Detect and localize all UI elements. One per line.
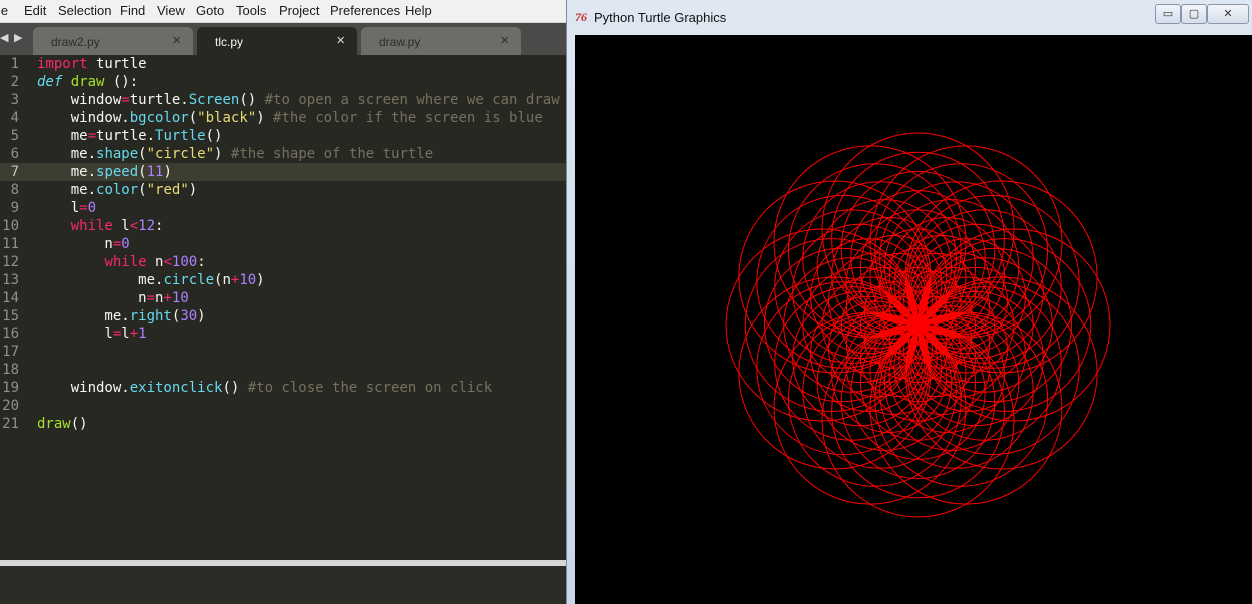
- code-line[interactable]: 12 while n<100:: [0, 253, 566, 271]
- tab-draw-py[interactable]: draw.py ×: [361, 27, 521, 55]
- turtle-drawing: [725, 132, 1111, 518]
- code-line[interactable]: 11 n=0: [0, 235, 566, 253]
- code-text[interactable]: window.bgcolor("black") #the color if th…: [37, 109, 543, 127]
- menu-preferences[interactable]: Preferences: [330, 3, 400, 18]
- code-text[interactable]: me.right(30): [37, 307, 205, 325]
- line-number: 10: [2, 218, 19, 234]
- tab-draw2-py[interactable]: draw2.py ×: [33, 27, 193, 55]
- menu-file[interactable]: le: [0, 3, 8, 18]
- menu-find[interactable]: Find: [120, 3, 145, 18]
- window-title: Python Turtle Graphics: [594, 10, 727, 25]
- line-number: 17: [2, 344, 19, 360]
- bottom-panel: [0, 566, 566, 604]
- menu-help[interactable]: Help: [405, 3, 432, 18]
- turtle-graphics-window: 76 Python Turtle Graphics ▭ ▢ ✕: [566, 0, 1252, 604]
- tab-close-icon[interactable]: ×: [336, 32, 345, 49]
- menu-edit[interactable]: Edit: [24, 3, 46, 18]
- code-text[interactable]: me.shape("circle") #the shape of the tur…: [37, 145, 434, 163]
- code-text[interactable]: n=n+10: [37, 289, 189, 307]
- line-number: 7: [10, 164, 19, 180]
- line-number: 1: [10, 56, 19, 72]
- menu-view[interactable]: View: [157, 3, 185, 18]
- menu-goto[interactable]: Goto: [196, 3, 224, 18]
- code-line[interactable]: 1 import turtle: [0, 55, 566, 73]
- code-text[interactable]: draw(): [37, 415, 88, 433]
- code-text[interactable]: me.color("red"): [37, 181, 198, 199]
- code-line[interactable]: 17: [0, 343, 566, 361]
- line-number: 5: [10, 128, 19, 144]
- code-text[interactable]: while n<100:: [37, 253, 205, 271]
- code-line[interactable]: 10 while l<12:: [0, 217, 566, 235]
- title-bar[interactable]: 76 Python Turtle Graphics ▭ ▢ ✕: [567, 0, 1252, 32]
- tab-nav-arrows-icon[interactable]: ◀ ▶: [0, 31, 23, 44]
- code-text[interactable]: def draw ():: [37, 73, 138, 91]
- tk-feather-icon: 76: [575, 10, 587, 24]
- turtle-canvas[interactable]: [575, 35, 1252, 604]
- code-text[interactable]: n=0: [37, 235, 129, 253]
- code-line[interactable]: 9 l=0: [0, 199, 566, 217]
- code-text[interactable]: me=turtle.Turtle(): [37, 127, 223, 145]
- code-text[interactable]: l=l+1: [37, 325, 146, 343]
- menu-bar: le Edit Selection Find View Goto Tools P…: [0, 0, 566, 23]
- code-line[interactable]: 14 n=n+10: [0, 289, 566, 307]
- line-number: 13: [2, 272, 19, 288]
- line-number: 21: [2, 416, 19, 432]
- line-number: 11: [2, 236, 19, 252]
- line-number: 18: [2, 362, 19, 378]
- line-number: 8: [10, 182, 19, 198]
- code-area[interactable]: 1 import turtle 2 def draw (): 3 window=turt…: [0, 55, 566, 433]
- code-text[interactable]: me.circle(n+10): [37, 271, 264, 289]
- code-text[interactable]: me.speed(11): [37, 163, 172, 181]
- code-line[interactable]: 7 me.speed(11): [0, 163, 566, 181]
- tab-label: draw2.py: [51, 35, 100, 49]
- line-number: 19: [2, 380, 19, 396]
- tab-bar: ◀ ▶ draw2.py × draw.py × tlc.py ×: [0, 23, 566, 55]
- code-line[interactable]: 2 def draw ():: [0, 73, 566, 91]
- code-line[interactable]: 15 me.right(30): [0, 307, 566, 325]
- line-number: 16: [2, 326, 19, 342]
- code-line[interactable]: 18: [0, 361, 566, 379]
- code-line[interactable]: 3 window=turtle.Screen() #to open a scre…: [0, 91, 566, 109]
- line-number: 2: [10, 74, 19, 90]
- code-line[interactable]: 4 window.bgcolor("black") #the color if …: [0, 109, 566, 127]
- menu-selection[interactable]: Selection: [58, 3, 111, 18]
- code-text[interactable]: while l<12:: [37, 217, 164, 235]
- menu-tools[interactable]: Tools: [236, 3, 266, 18]
- line-number: 14: [2, 290, 19, 306]
- code-line[interactable]: 13 me.circle(n+10): [0, 271, 566, 289]
- code-line[interactable]: 5 me=turtle.Turtle(): [0, 127, 566, 145]
- code-line[interactable]: 6 me.shape("circle") #the shape of the t…: [0, 145, 566, 163]
- tab-close-icon[interactable]: ×: [500, 32, 509, 49]
- tab-label: tlc.py: [215, 35, 244, 49]
- code-text[interactable]: window.exitonclick() #to close the scree…: [37, 379, 492, 397]
- line-number: 9: [10, 200, 19, 216]
- code-text[interactable]: l=0: [37, 199, 96, 217]
- line-number: 3: [10, 92, 19, 108]
- sublime-editor-window: le Edit Selection Find View Goto Tools P…: [0, 0, 566, 604]
- maximize-button[interactable]: ▢: [1181, 4, 1207, 24]
- code-line[interactable]: 20: [0, 397, 566, 415]
- code-text[interactable]: import turtle: [37, 55, 147, 73]
- tab-close-icon[interactable]: ×: [172, 32, 181, 49]
- line-number: 20: [2, 398, 19, 414]
- menu-project[interactable]: Project: [279, 3, 319, 18]
- close-button[interactable]: ✕: [1207, 4, 1249, 24]
- minimize-button[interactable]: ▭: [1155, 4, 1181, 24]
- tab-label: draw.py: [379, 35, 421, 49]
- tab-tlc-py[interactable]: tlc.py ×: [197, 27, 357, 55]
- line-number: 6: [10, 146, 19, 162]
- line-number: 4: [10, 110, 19, 126]
- line-number: 12: [2, 254, 19, 270]
- code-line[interactable]: 8 me.color("red"): [0, 181, 566, 199]
- code-line[interactable]: 21 draw(): [0, 415, 566, 433]
- code-line[interactable]: 19 window.exitonclick() #to close the sc…: [0, 379, 566, 397]
- code-line[interactable]: 16 l=l+1: [0, 325, 566, 343]
- line-number: 15: [2, 308, 19, 324]
- code-text[interactable]: window=turtle.Screen() #to open a screen…: [37, 91, 560, 109]
